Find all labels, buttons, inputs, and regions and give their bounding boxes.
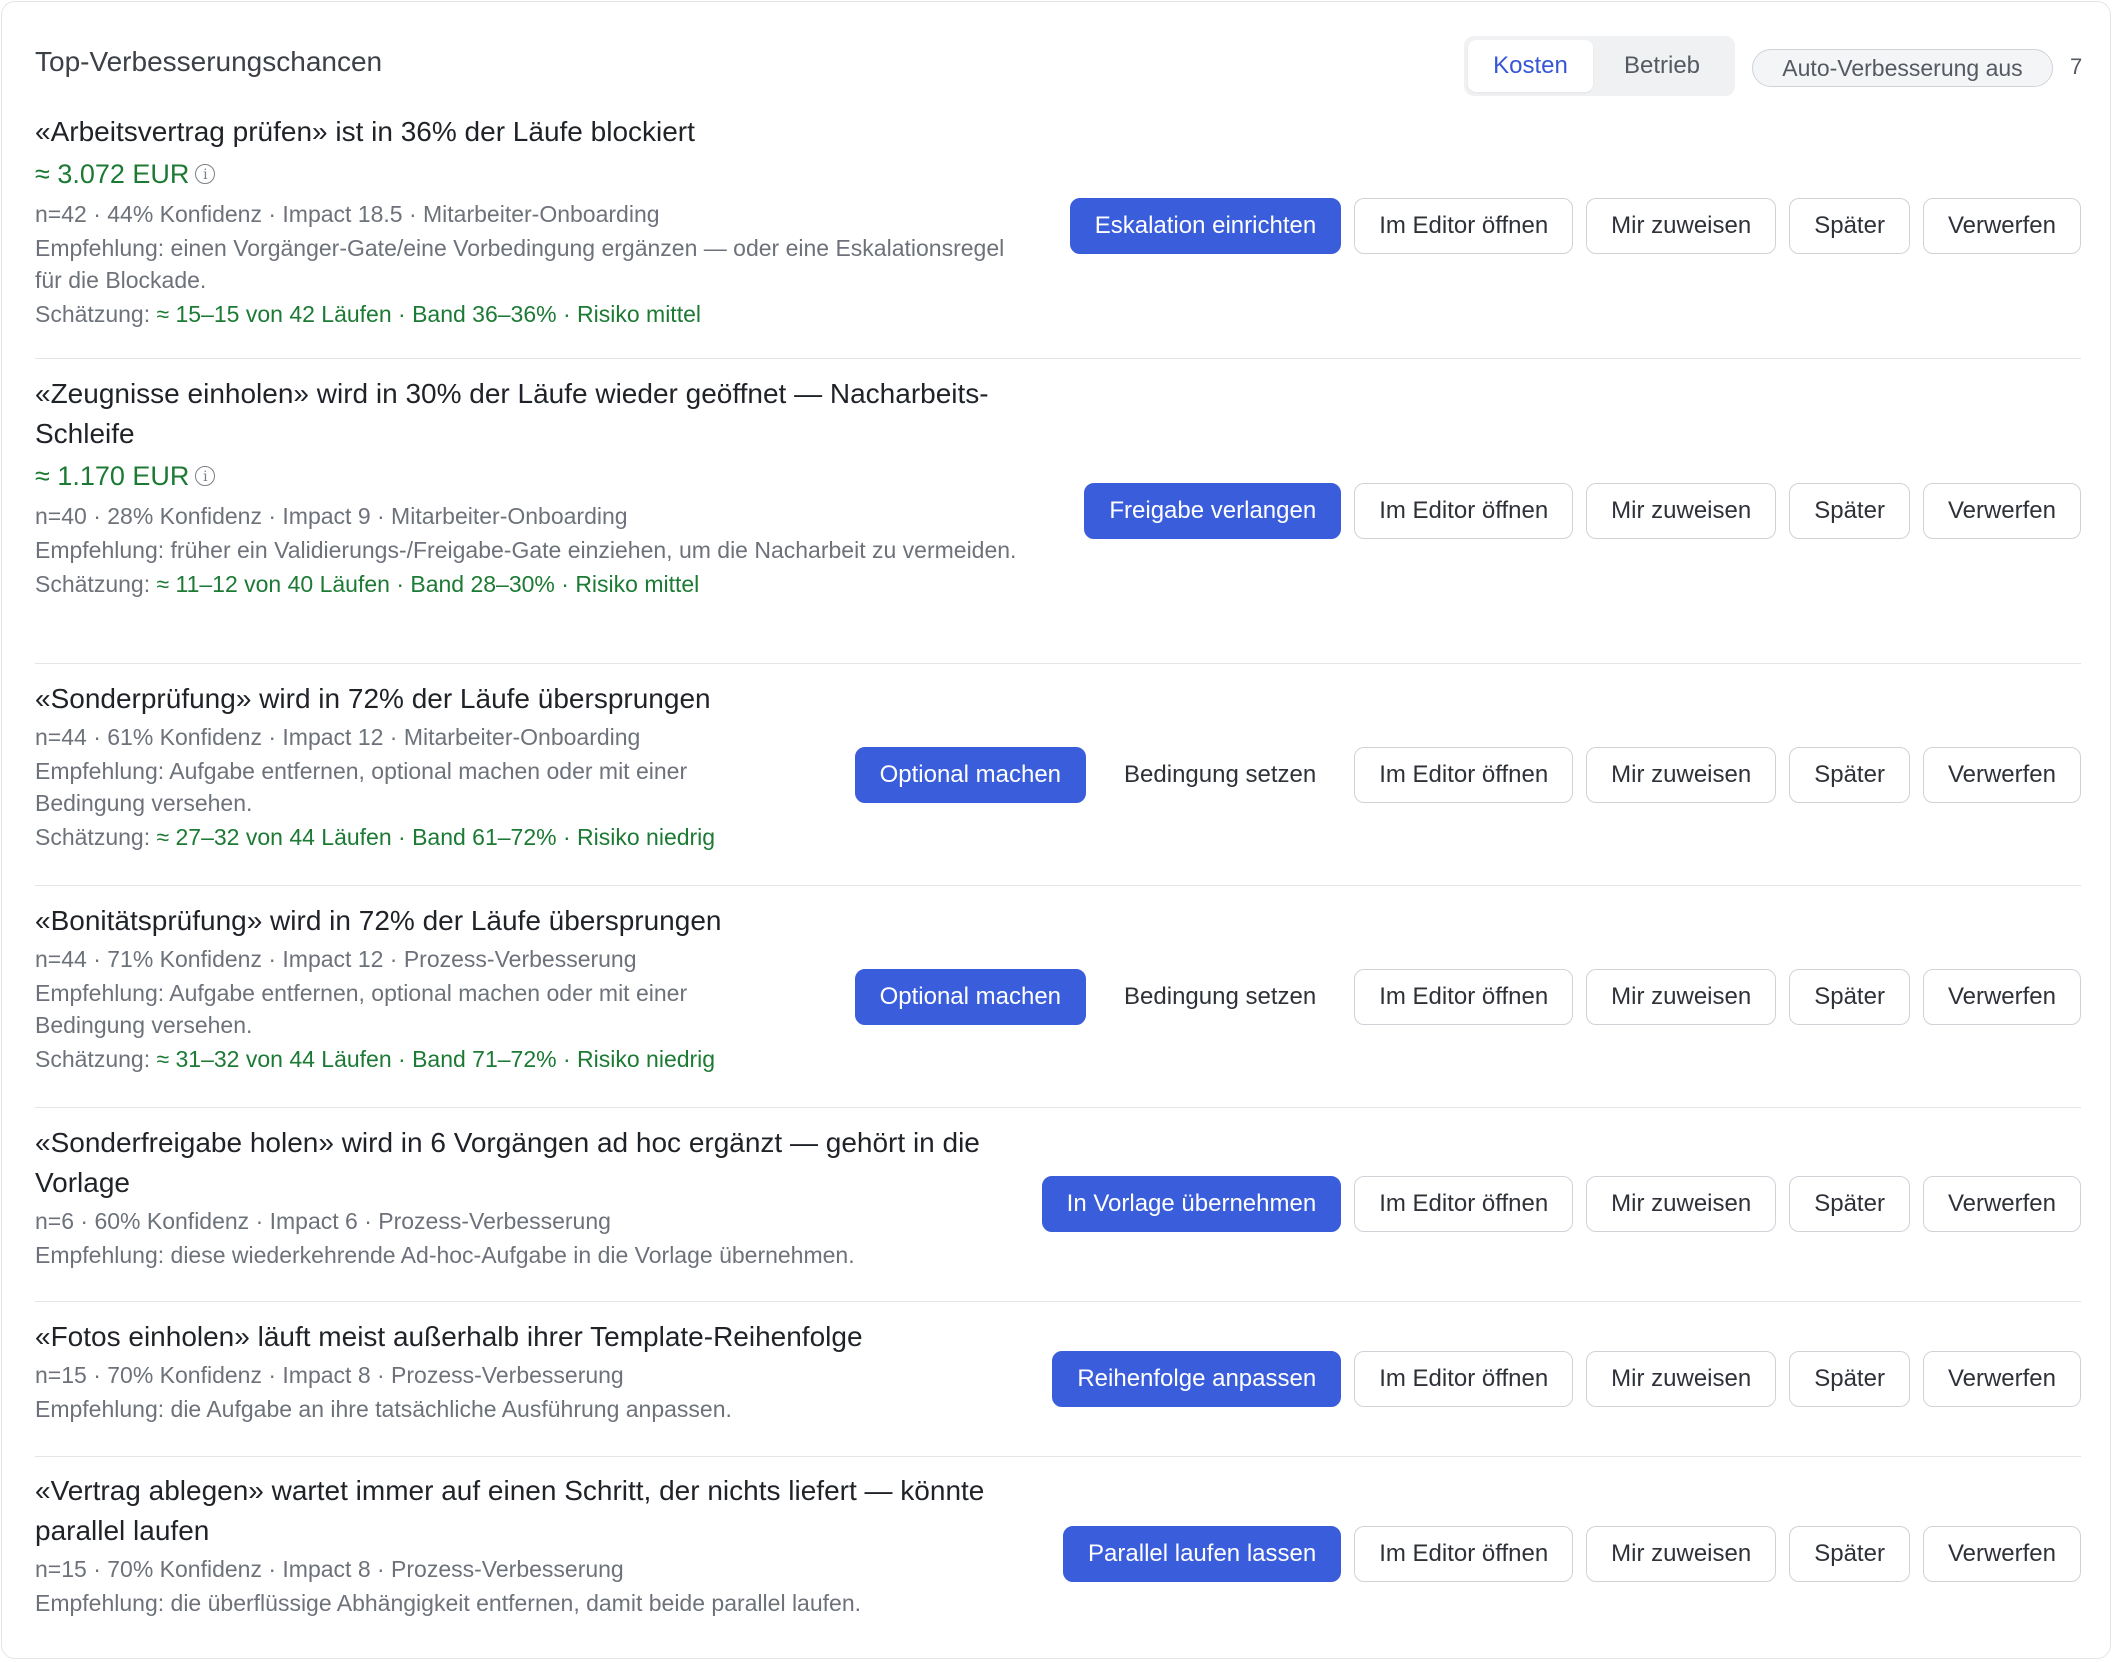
recommendation: Empfehlung: einen Vorgänger-Gate/eine Vo… bbox=[35, 235, 1005, 293]
estimate-value: ≈ 11–12 von 40 Läufen · Band 28–30% · Ri… bbox=[156, 571, 700, 597]
recommendation: Empfehlung: Aufgabe entfernen, optional … bbox=[35, 980, 688, 1038]
auto-improvement-toggle[interactable]: Auto-Verbesserung aus bbox=[1752, 49, 2053, 87]
opportunity-meta: n=42 · 44% Konfidenz · Impact 18.5 · Mit… bbox=[35, 201, 660, 227]
opportunity-count: 7 bbox=[2070, 54, 2083, 79]
recommendation: Empfehlung: Aufgabe entfernen, optional … bbox=[35, 758, 688, 816]
panel-title: Top-Verbesserungschancen bbox=[35, 46, 383, 77]
opportunity-title: «Fotos einholen» läuft meist außerhalb i… bbox=[35, 1321, 863, 1352]
assign-to-me-button[interactable]: Mir zuweisen bbox=[1586, 483, 1777, 539]
set-condition-button[interactable]: Bedingung setzen bbox=[1099, 969, 1341, 1025]
estimate-label: Schätzung: bbox=[35, 824, 151, 850]
row-actions: Optional machen Bedingung setzen Im Edit… bbox=[842, 747, 2081, 803]
open-editor-button[interactable]: Im Editor öffnen bbox=[1354, 483, 1574, 539]
estimate-value: ≈ 31–32 von 44 Läufen · Band 71–72% · Ri… bbox=[156, 1046, 716, 1072]
row-actions: Eskalation einrichten Im Editor öffnen M… bbox=[1057, 198, 2081, 254]
primary-action-button[interactable]: In Vorlage übernehmen bbox=[1041, 1176, 1342, 1232]
row-actions: Freigabe verlangen Im Editor öffnen Mir … bbox=[1071, 483, 2081, 539]
primary-action-button[interactable]: Eskalation einrichten bbox=[1069, 198, 1342, 254]
savings-amount: ≈ 3.072 EUR bbox=[35, 159, 190, 189]
estimate-line: Schätzung: ≈ 15–15 von 42 Läufen · Band … bbox=[35, 296, 1025, 332]
open-editor-button[interactable]: Im Editor öffnen bbox=[1354, 1351, 1574, 1407]
opportunity-title: «Arbeitsvertrag prüfen» ist in 36% der L… bbox=[35, 116, 695, 147]
opportunity-title: «Vertrag ablegen» wartet immer auf einen… bbox=[35, 1475, 985, 1546]
opportunity-meta: n=44 · 61% Konfidenz · Impact 12 · Mitar… bbox=[35, 724, 641, 750]
open-editor-button[interactable]: Im Editor öffnen bbox=[1354, 1526, 1574, 1582]
recommendation: Empfehlung: diese wiederkehrende Ad-hoc-… bbox=[35, 1242, 855, 1268]
estimate-label: Schätzung: bbox=[35, 571, 151, 597]
dismiss-button[interactable]: Verwerfen bbox=[1922, 747, 2081, 803]
later-button[interactable]: Später bbox=[1789, 1351, 1910, 1407]
opportunity-title: «Bonitätsprüfung» wird in 72% der Läufe … bbox=[35, 905, 722, 936]
savings-estimate: ≈ 1.170 EUR i bbox=[35, 454, 1035, 498]
open-editor-button[interactable]: Im Editor öffnen bbox=[1354, 198, 1574, 254]
opportunity-meta: n=6 · 60% Konfidenz · Impact 6 · Prozess… bbox=[35, 1208, 611, 1234]
opportunity-row: «Zeugnisse einholen» wird in 30% der Läu… bbox=[35, 374, 2081, 664]
estimate-line: Schätzung: ≈ 27–32 von 44 Läufen · Band … bbox=[35, 819, 775, 855]
tab-betrieb[interactable]: Betrieb bbox=[1593, 40, 1731, 92]
dismiss-button[interactable]: Verwerfen bbox=[1922, 1176, 2081, 1232]
tab-kosten[interactable]: Kosten bbox=[1468, 40, 1593, 92]
later-button[interactable]: Später bbox=[1789, 198, 1910, 254]
dismiss-button[interactable]: Verwerfen bbox=[1922, 483, 2081, 539]
estimate-label: Schätzung: bbox=[35, 301, 151, 327]
opportunity-row: «Sonderprüfung» wird in 72% der Läufe üb… bbox=[35, 679, 2081, 886]
primary-action-button[interactable]: Optional machen bbox=[854, 747, 1087, 803]
opportunity-row: «Bonitätsprüfung» wird in 72% der Läufe … bbox=[35, 901, 2081, 1108]
estimate-value: ≈ 27–32 von 44 Läufen · Band 61–72% · Ri… bbox=[156, 824, 716, 850]
opportunity-row: «Arbeitsvertrag prüfen» ist in 36% der L… bbox=[35, 112, 2081, 359]
opportunity-title: «Sonderprüfung» wird in 72% der Läufe üb… bbox=[35, 683, 711, 714]
primary-action-button[interactable]: Freigabe verlangen bbox=[1084, 483, 1342, 539]
row-actions: In Vorlage übernehmen Im Editor öffnen M… bbox=[1029, 1176, 2081, 1232]
assign-to-me-button[interactable]: Mir zuweisen bbox=[1586, 1351, 1777, 1407]
opportunity-row: «Vertrag ablegen» wartet immer auf einen… bbox=[35, 1471, 2081, 1651]
set-condition-button[interactable]: Bedingung setzen bbox=[1099, 747, 1341, 803]
recommendation: Empfehlung: früher ein Validierungs-/Fre… bbox=[35, 537, 1017, 563]
opportunity-title: «Zeugnisse einholen» wird in 30% der Läu… bbox=[35, 378, 989, 449]
assign-to-me-button[interactable]: Mir zuweisen bbox=[1586, 969, 1777, 1025]
recommendation: Empfehlung: die Aufgabe an ihre tatsächl… bbox=[35, 1396, 732, 1422]
later-button[interactable]: Später bbox=[1789, 747, 1910, 803]
row-actions: Optional machen Bedingung setzen Im Edit… bbox=[842, 969, 2081, 1025]
later-button[interactable]: Später bbox=[1789, 1526, 1910, 1582]
later-button[interactable]: Später bbox=[1789, 1176, 1910, 1232]
assign-to-me-button[interactable]: Mir zuweisen bbox=[1586, 198, 1777, 254]
dismiss-button[interactable]: Verwerfen bbox=[1922, 1526, 2081, 1582]
dismiss-button[interactable]: Verwerfen bbox=[1922, 198, 2081, 254]
dismiss-button[interactable]: Verwerfen bbox=[1922, 1351, 2081, 1407]
later-button[interactable]: Später bbox=[1789, 483, 1910, 539]
open-editor-button[interactable]: Im Editor öffnen bbox=[1354, 747, 1574, 803]
estimate-line: Schätzung: ≈ 31–32 von 44 Läufen · Band … bbox=[35, 1041, 775, 1077]
panel-header: Top-Verbesserungschancen Kosten Betrieb … bbox=[2, 2, 2112, 112]
info-icon[interactable]: i bbox=[195, 466, 216, 486]
opportunity-meta: n=40 · 28% Konfidenz · Impact 9 · Mitarb… bbox=[35, 503, 628, 529]
recommendation: Empfehlung: die überflüssige Abhängigkei… bbox=[35, 1590, 862, 1616]
savings-estimate: ≈ 3.072 EUR i bbox=[35, 152, 1025, 196]
later-button[interactable]: Später bbox=[1789, 969, 1910, 1025]
view-segmented-control: Kosten Betrieb bbox=[1464, 36, 1735, 96]
assign-to-me-button[interactable]: Mir zuweisen bbox=[1586, 747, 1777, 803]
opportunity-meta: n=15 · 70% Konfidenz · Impact 8 · Prozes… bbox=[35, 1362, 624, 1388]
opportunity-meta: n=15 · 70% Konfidenz · Impact 8 · Prozes… bbox=[35, 1556, 624, 1582]
primary-action-button[interactable]: Parallel laufen lassen bbox=[1063, 1526, 1342, 1582]
open-editor-button[interactable]: Im Editor öffnen bbox=[1354, 969, 1574, 1025]
opportunity-title: «Sonderfreigabe holen» wird in 6 Vorgäng… bbox=[35, 1127, 980, 1198]
dismiss-button[interactable]: Verwerfen bbox=[1922, 969, 2081, 1025]
opportunity-row: «Fotos einholen» läuft meist außerhalb i… bbox=[35, 1317, 2081, 1457]
estimate-line: Schätzung: ≈ 11–12 von 40 Läufen · Band … bbox=[35, 566, 1035, 602]
row-actions: Reihenfolge anpassen Im Editor öffnen Mi… bbox=[1039, 1351, 2081, 1407]
open-editor-button[interactable]: Im Editor öffnen bbox=[1354, 1176, 1574, 1232]
row-actions: Parallel laufen lassen Im Editor öffnen … bbox=[1050, 1526, 2081, 1582]
primary-action-button[interactable]: Optional machen bbox=[854, 969, 1087, 1025]
info-icon[interactable]: i bbox=[195, 164, 216, 184]
savings-amount: ≈ 1.170 EUR bbox=[35, 461, 190, 491]
estimate-label: Schätzung: bbox=[35, 1046, 151, 1072]
improvements-panel: Top-Verbesserungschancen Kosten Betrieb … bbox=[1, 1, 2111, 1659]
assign-to-me-button[interactable]: Mir zuweisen bbox=[1586, 1526, 1777, 1582]
assign-to-me-button[interactable]: Mir zuweisen bbox=[1586, 1176, 1777, 1232]
opportunity-meta: n=44 · 71% Konfidenz · Impact 12 · Proze… bbox=[35, 946, 637, 972]
primary-action-button[interactable]: Reihenfolge anpassen bbox=[1052, 1351, 1342, 1407]
estimate-value: ≈ 15–15 von 42 Läufen · Band 36–36% · Ri… bbox=[156, 301, 701, 327]
opportunity-row: «Sonderfreigabe holen» wird in 6 Vorgäng… bbox=[35, 1123, 2081, 1302]
